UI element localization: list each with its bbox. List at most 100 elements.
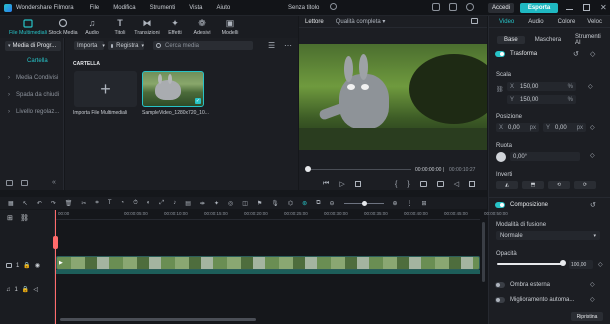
fit-icon[interactable]: ⋮ xyxy=(407,200,413,207)
pos-x-field[interactable]: X 0,00 px xyxy=(496,123,539,132)
marker-icon[interactable]: ⚑ xyxy=(257,200,262,207)
sidebar-item-spada[interactable]: › Spada da chiudi xyxy=(8,92,59,98)
redo-icon[interactable]: ↷ xyxy=(51,200,56,207)
project-media-header[interactable]: ▾ Media di Progr... xyxy=(5,41,61,51)
timer-icon[interactable]: ⏱ xyxy=(133,200,138,207)
pos-y-field[interactable]: Y 0,00 px xyxy=(543,123,586,132)
cut-icon[interactable]: ✂ xyxy=(81,200,86,207)
playback-progress[interactable] xyxy=(307,169,411,170)
import-tile[interactable]: + xyxy=(74,71,137,107)
timeline-ruler[interactable]: 00:00 00:00:05:00 00:00:10:00 00:00:15:00 00… xyxy=(56,210,508,220)
inspector-tab-color[interactable]: Colore xyxy=(558,19,576,25)
audio-icon[interactable]: ♪ xyxy=(173,200,176,206)
blend-select[interactable]: Normale ▾ xyxy=(496,231,600,240)
sidebar-item-shared[interactable]: › Media Condivisi xyxy=(8,75,58,81)
subtab-base[interactable]: Base xyxy=(497,36,525,44)
subtab-mask[interactable]: Maschera xyxy=(531,36,565,44)
split-icon[interactable]: ⇹ xyxy=(200,200,205,207)
render-icon[interactable]: ⊛ xyxy=(302,200,307,207)
quality-dropdown[interactable]: Qualità completa ▾ xyxy=(336,18,386,25)
stop-icon[interactable] xyxy=(354,181,361,187)
video-clip[interactable]: ▶ xyxy=(56,256,480,270)
keyframe-icon[interactable]: ◇ xyxy=(590,296,595,303)
zoom-out-icon[interactable]: ⊖ xyxy=(329,200,334,207)
rotate-field[interactable]: 0,00° xyxy=(510,152,580,161)
scale-link-icon[interactable]: ⛓ xyxy=(496,86,504,93)
new-folder-icon[interactable] xyxy=(6,180,13,186)
mask-icon[interactable]: ◎ xyxy=(228,200,233,207)
mark-out-icon[interactable]: } xyxy=(407,181,409,188)
tab-audio[interactable]: ♫ Audio xyxy=(82,18,102,36)
display-icon[interactable] xyxy=(419,181,427,187)
folder-item-selected[interactable]: Cartella xyxy=(27,58,48,64)
import-dropdown[interactable]: Importa ▾ xyxy=(74,41,105,50)
mark-in-icon[interactable]: { xyxy=(395,181,397,188)
link-icon[interactable]: ⛓ xyxy=(20,214,29,222)
snap-icon[interactable]: ⧉ xyxy=(316,200,320,207)
effects-icon[interactable]: ✦ xyxy=(214,200,219,207)
transform-icon[interactable]: ⤢ xyxy=(159,200,164,207)
record-dropdown[interactable]: Registra ▾ xyxy=(108,41,144,50)
camera-icon[interactable] xyxy=(436,181,444,187)
audio-waveform[interactable] xyxy=(56,270,480,274)
tab-effetti[interactable]: ✦ Effetti xyxy=(164,18,186,36)
eye-icon[interactable]: ◉ xyxy=(35,262,40,269)
play-icon[interactable]: ▷ xyxy=(339,180,344,188)
mic-icon[interactable]: 🎙 xyxy=(271,200,279,207)
flip-vertical-button[interactable]: ⬒ xyxy=(522,181,544,189)
collapse-icon[interactable]: « xyxy=(52,179,56,186)
add-track-icon[interactable]: ⊞ xyxy=(7,214,13,222)
video-thumbnail[interactable]: ✓ xyxy=(142,71,204,107)
search-box[interactable]: Cerca media xyxy=(153,41,253,50)
scale-y-field[interactable]: Y 150,00% xyxy=(507,95,576,104)
layout-grid-icon[interactable]: ▦ xyxy=(8,200,14,207)
minimize-icon[interactable] xyxy=(566,9,573,10)
rotate-dial[interactable] xyxy=(496,152,506,162)
menu-help[interactable]: Aiuto xyxy=(217,5,231,11)
ai-icon[interactable]: ⌬ xyxy=(288,200,293,207)
folder-icon[interactable] xyxy=(21,180,28,186)
keyframe-icon[interactable]: ◇ xyxy=(590,124,595,131)
enhance-toggle[interactable] xyxy=(495,297,505,303)
snapshot-icon[interactable] xyxy=(471,18,478,24)
rotate-right-button[interactable]: ⟳ xyxy=(574,181,596,189)
composite-toggle[interactable] xyxy=(495,202,505,208)
menu-file[interactable]: File xyxy=(90,5,100,11)
inspector-tab-video[interactable]: Video xyxy=(499,19,514,25)
tab-player[interactable]: Lettore xyxy=(305,19,324,25)
color-icon[interactable]: ◐ xyxy=(147,200,151,206)
subtab-ai-tools[interactable]: Strumenti AI xyxy=(571,33,610,47)
tab-file-multimediali[interactable]: File Multimediali xyxy=(9,18,47,36)
tab-modelli[interactable]: ▣ Modelli xyxy=(218,18,242,36)
speed-icon[interactable]: ◔ xyxy=(120,200,124,206)
scale-x-field[interactable]: X 150,00% xyxy=(507,82,576,91)
maximize-icon[interactable] xyxy=(583,4,590,11)
inspector-tab-speed[interactable]: Veloc xyxy=(587,19,602,25)
timeline-scrollbar[interactable] xyxy=(60,318,256,321)
prev-frame-icon[interactable]: ⏮ xyxy=(323,180,329,188)
text-icon[interactable]: T xyxy=(108,200,112,206)
reset-icon[interactable]: ↺ xyxy=(590,201,596,209)
tab-adesivi[interactable]: ❁ Adesivi xyxy=(191,18,213,36)
fullscreen-icon[interactable] xyxy=(469,181,476,187)
zoom-slider[interactable] xyxy=(343,200,384,206)
playhead-handle[interactable] xyxy=(53,236,58,249)
inspector-tab-audio[interactable]: Audio xyxy=(528,19,543,25)
tab-titoli[interactable]: T Titoli xyxy=(110,18,130,36)
reset-icon[interactable]: ↺ xyxy=(573,50,579,58)
login-button[interactable]: Accedi xyxy=(488,3,514,13)
upload-icon[interactable] xyxy=(432,3,440,11)
menu-view[interactable]: Vista xyxy=(189,5,202,11)
settings-icon[interactable]: ⊞ xyxy=(422,200,427,207)
more-icon[interactable]: ⋯ xyxy=(284,41,292,50)
shadow-toggle[interactable] xyxy=(495,282,505,288)
notify-icon[interactable] xyxy=(466,3,474,11)
reset-button[interactable]: Ripristina xyxy=(571,312,603,321)
transform-toggle[interactable] xyxy=(495,51,505,57)
green-screen-icon[interactable]: ▤ xyxy=(185,200,191,207)
select-icon[interactable]: ↖ xyxy=(23,200,28,207)
rotate-left-button[interactable]: ⟲ xyxy=(548,181,570,189)
opacity-slider-handle[interactable] xyxy=(560,260,566,266)
project-info-icon[interactable] xyxy=(330,3,337,10)
keyframe-icon[interactable]: ◇ xyxy=(598,261,603,268)
